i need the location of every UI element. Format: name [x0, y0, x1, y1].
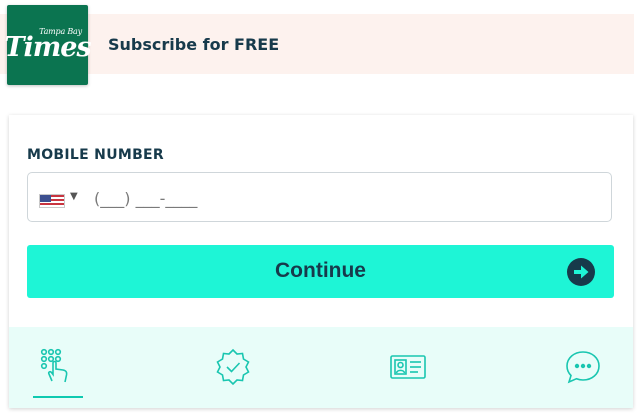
continue-button-label: Continue	[275, 259, 366, 282]
mobile-number-field[interactable]: ▼ (___) ___-____	[27, 172, 612, 222]
mobile-number-label: MOBILE NUMBER	[27, 147, 165, 163]
arrow-right-icon	[567, 258, 595, 286]
header-banner	[0, 14, 634, 74]
country-dropdown-caret-icon[interactable]: ▼	[70, 191, 78, 202]
subscribe-heading: Subscribe for FREE	[108, 35, 280, 54]
progress-steps	[9, 327, 633, 408]
verified-badge-icon	[216, 348, 250, 386]
keypad-tap-icon	[40, 348, 68, 383]
tampa-bay-times-logo[interactable]: Tampa Bay Times	[4, 5, 92, 85]
id-card-icon	[390, 355, 426, 379]
active-step-indicator	[33, 396, 83, 398]
us-flag-icon[interactable]	[39, 194, 65, 208]
chat-bubble-icon	[566, 351, 600, 384]
phone-number-input[interactable]: (___) ___-____	[94, 189, 197, 208]
continue-button[interactable]: Continue	[27, 245, 614, 298]
signup-card: MOBILE NUMBER ▼ (___) ___-____ Continue	[9, 115, 633, 408]
flag-canton	[40, 195, 51, 202]
logo-title: Times	[4, 32, 91, 63]
